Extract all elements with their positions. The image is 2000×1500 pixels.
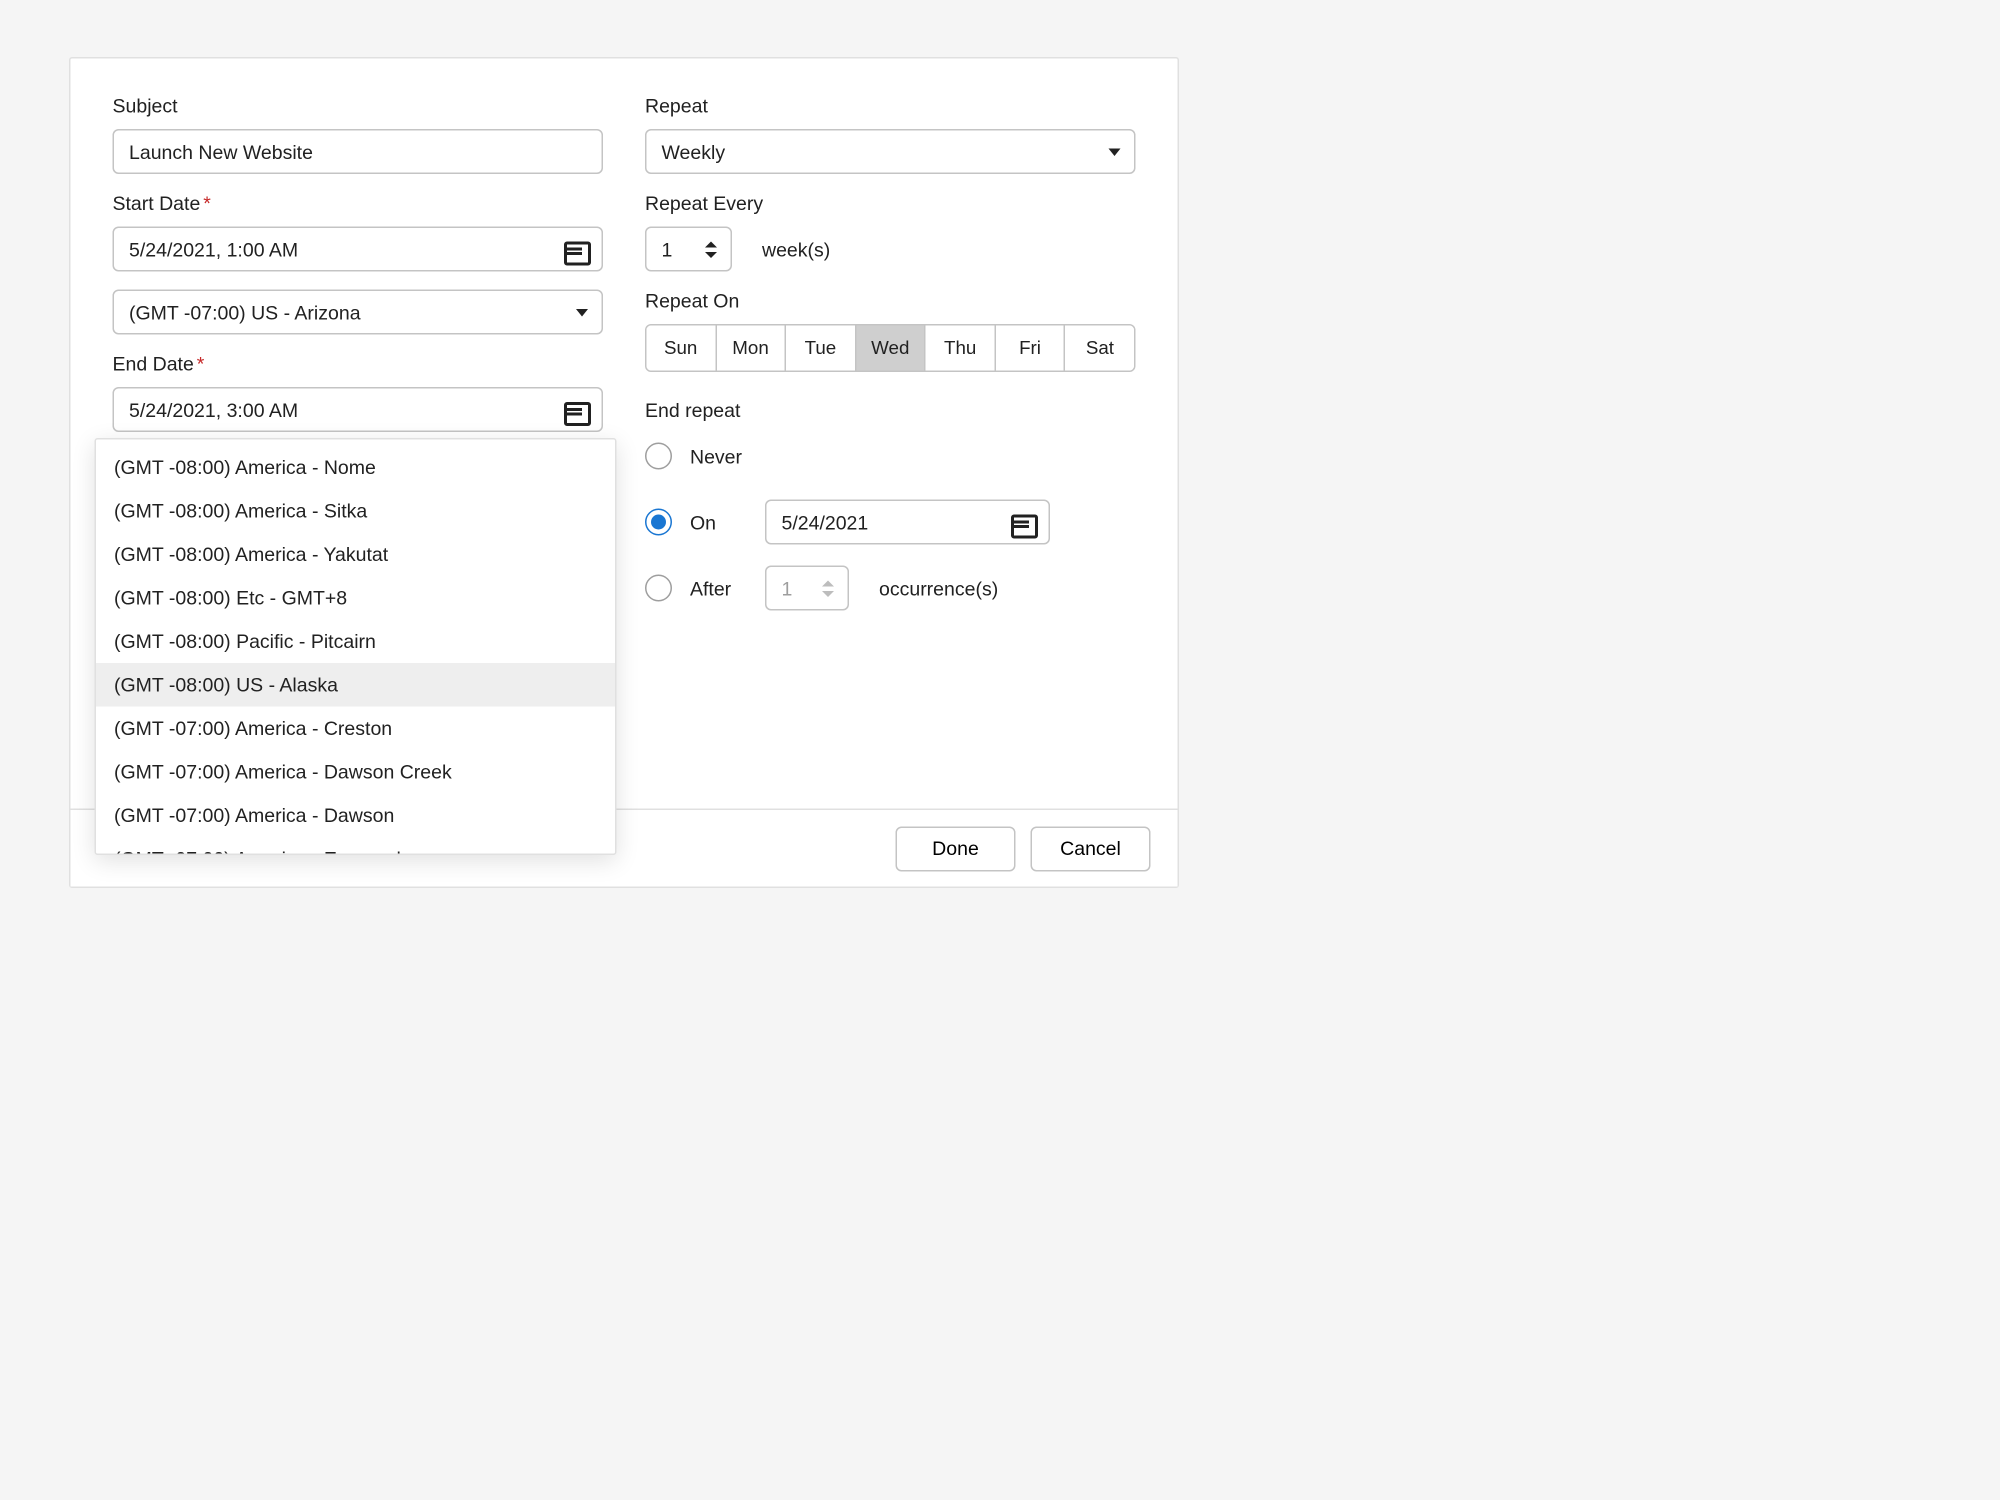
timezone-option[interactable]: (GMT -07:00) America - Creston [96, 707, 615, 751]
spin-down-icon[interactable] [705, 251, 717, 257]
calendar-icon [1010, 510, 1034, 534]
required-asterisk: * [203, 192, 211, 215]
chevron-down-icon [1109, 148, 1121, 156]
chevron-down-icon [576, 308, 588, 316]
repeat-select[interactable]: Weekly [645, 129, 1136, 174]
cancel-button[interactable]: Cancel [1031, 826, 1151, 871]
timezone-option[interactable]: (GMT -07:00) America - Dawson Creek [96, 750, 615, 794]
timezone-option[interactable]: (GMT -08:00) America - Sitka [96, 489, 615, 533]
timezone-dropdown-popup: (GMT -08:00) America - Nome(GMT -08:00) … [95, 438, 617, 855]
end-date-label: End Date* [113, 353, 604, 376]
required-asterisk: * [197, 353, 205, 376]
radio-never-label: Never [690, 445, 747, 468]
radio-on-label: On [690, 511, 747, 534]
radio-never[interactable] [645, 443, 672, 470]
end-date-value: 5/24/2021, 3:00 AM [129, 398, 298, 421]
day-sun[interactable]: Sun [647, 326, 717, 371]
end-on-date-value: 5/24/2021 [782, 511, 869, 534]
subject-input[interactable]: Launch New Website [113, 129, 604, 174]
calendar-icon [563, 237, 587, 261]
repeat-value: Weekly [662, 140, 726, 163]
after-count-value: 1 [782, 577, 793, 600]
end-on-date-input[interactable]: 5/24/2021 [765, 500, 1050, 545]
spin-up-icon[interactable] [705, 241, 717, 247]
repeat-label: Repeat [645, 95, 1136, 118]
start-timezone-value: (GMT -07:00) US - Arizona [129, 301, 361, 324]
dropdown-button[interactable] [563, 291, 602, 333]
timezone-option[interactable]: (GMT -08:00) US - Alaska [96, 663, 615, 707]
timezone-option[interactable]: (GMT -08:00) America - Yakutat [96, 533, 615, 577]
day-fri[interactable]: Fri [996, 326, 1066, 371]
spin-down-icon[interactable] [822, 590, 834, 596]
subject-value: Launch New Website [129, 140, 313, 163]
timezone-option-list[interactable]: (GMT -08:00) America - Nome(GMT -08:00) … [96, 440, 615, 854]
end-repeat-label: End repeat [645, 399, 1136, 422]
repeat-every-suffix: week(s) [762, 238, 830, 261]
right-column: Repeat Weekly Repeat Every 1 [645, 95, 1136, 650]
day-thu[interactable]: Thu [926, 326, 996, 371]
start-date-input[interactable]: 5/24/2021, 1:00 AM [113, 227, 604, 272]
spin-up-icon[interactable] [822, 580, 834, 586]
day-sat[interactable]: Sat [1066, 326, 1134, 371]
day-wed[interactable]: Wed [856, 326, 926, 371]
repeat-every-value: 1 [662, 238, 673, 261]
radio-after[interactable] [645, 575, 672, 602]
timezone-option[interactable]: (GMT -08:00) America - Nome [96, 446, 615, 490]
dropdown-button[interactable] [1095, 131, 1134, 173]
start-timezone-select[interactable]: (GMT -07:00) US - Arizona [113, 290, 604, 335]
start-date-label: Start Date* [113, 192, 604, 215]
day-tue[interactable]: Tue [786, 326, 856, 371]
repeat-every-label: Repeat Every [645, 192, 1136, 215]
day-mon[interactable]: Mon [716, 326, 786, 371]
subject-label: Subject [113, 95, 604, 118]
occurrences-label: occurrence(s) [879, 577, 998, 600]
timezone-option[interactable]: (GMT -08:00) Pacific - Pitcairn [96, 620, 615, 664]
done-button[interactable]: Done [896, 826, 1016, 871]
repeat-on-label: Repeat On [645, 290, 1136, 313]
timezone-option[interactable]: (GMT -07:00) America - Dawson [96, 794, 615, 838]
calendar-icon [563, 398, 587, 422]
timezone-option[interactable]: (GMT -08:00) Etc - GMT+8 [96, 576, 615, 620]
radio-on[interactable] [645, 509, 672, 536]
after-count-stepper[interactable]: 1 [765, 566, 849, 611]
repeat-every-stepper[interactable]: 1 [645, 227, 732, 272]
start-date-value: 5/24/2021, 1:00 AM [129, 238, 298, 261]
day-selector: SunMonTueWedThuFriSat [645, 324, 1136, 372]
radio-after-label: After [690, 577, 747, 600]
end-date-input[interactable]: 5/24/2021, 3:00 AM [113, 387, 604, 432]
timezone-option[interactable]: (GMT -07:00) America - Ensenada [96, 837, 615, 854]
